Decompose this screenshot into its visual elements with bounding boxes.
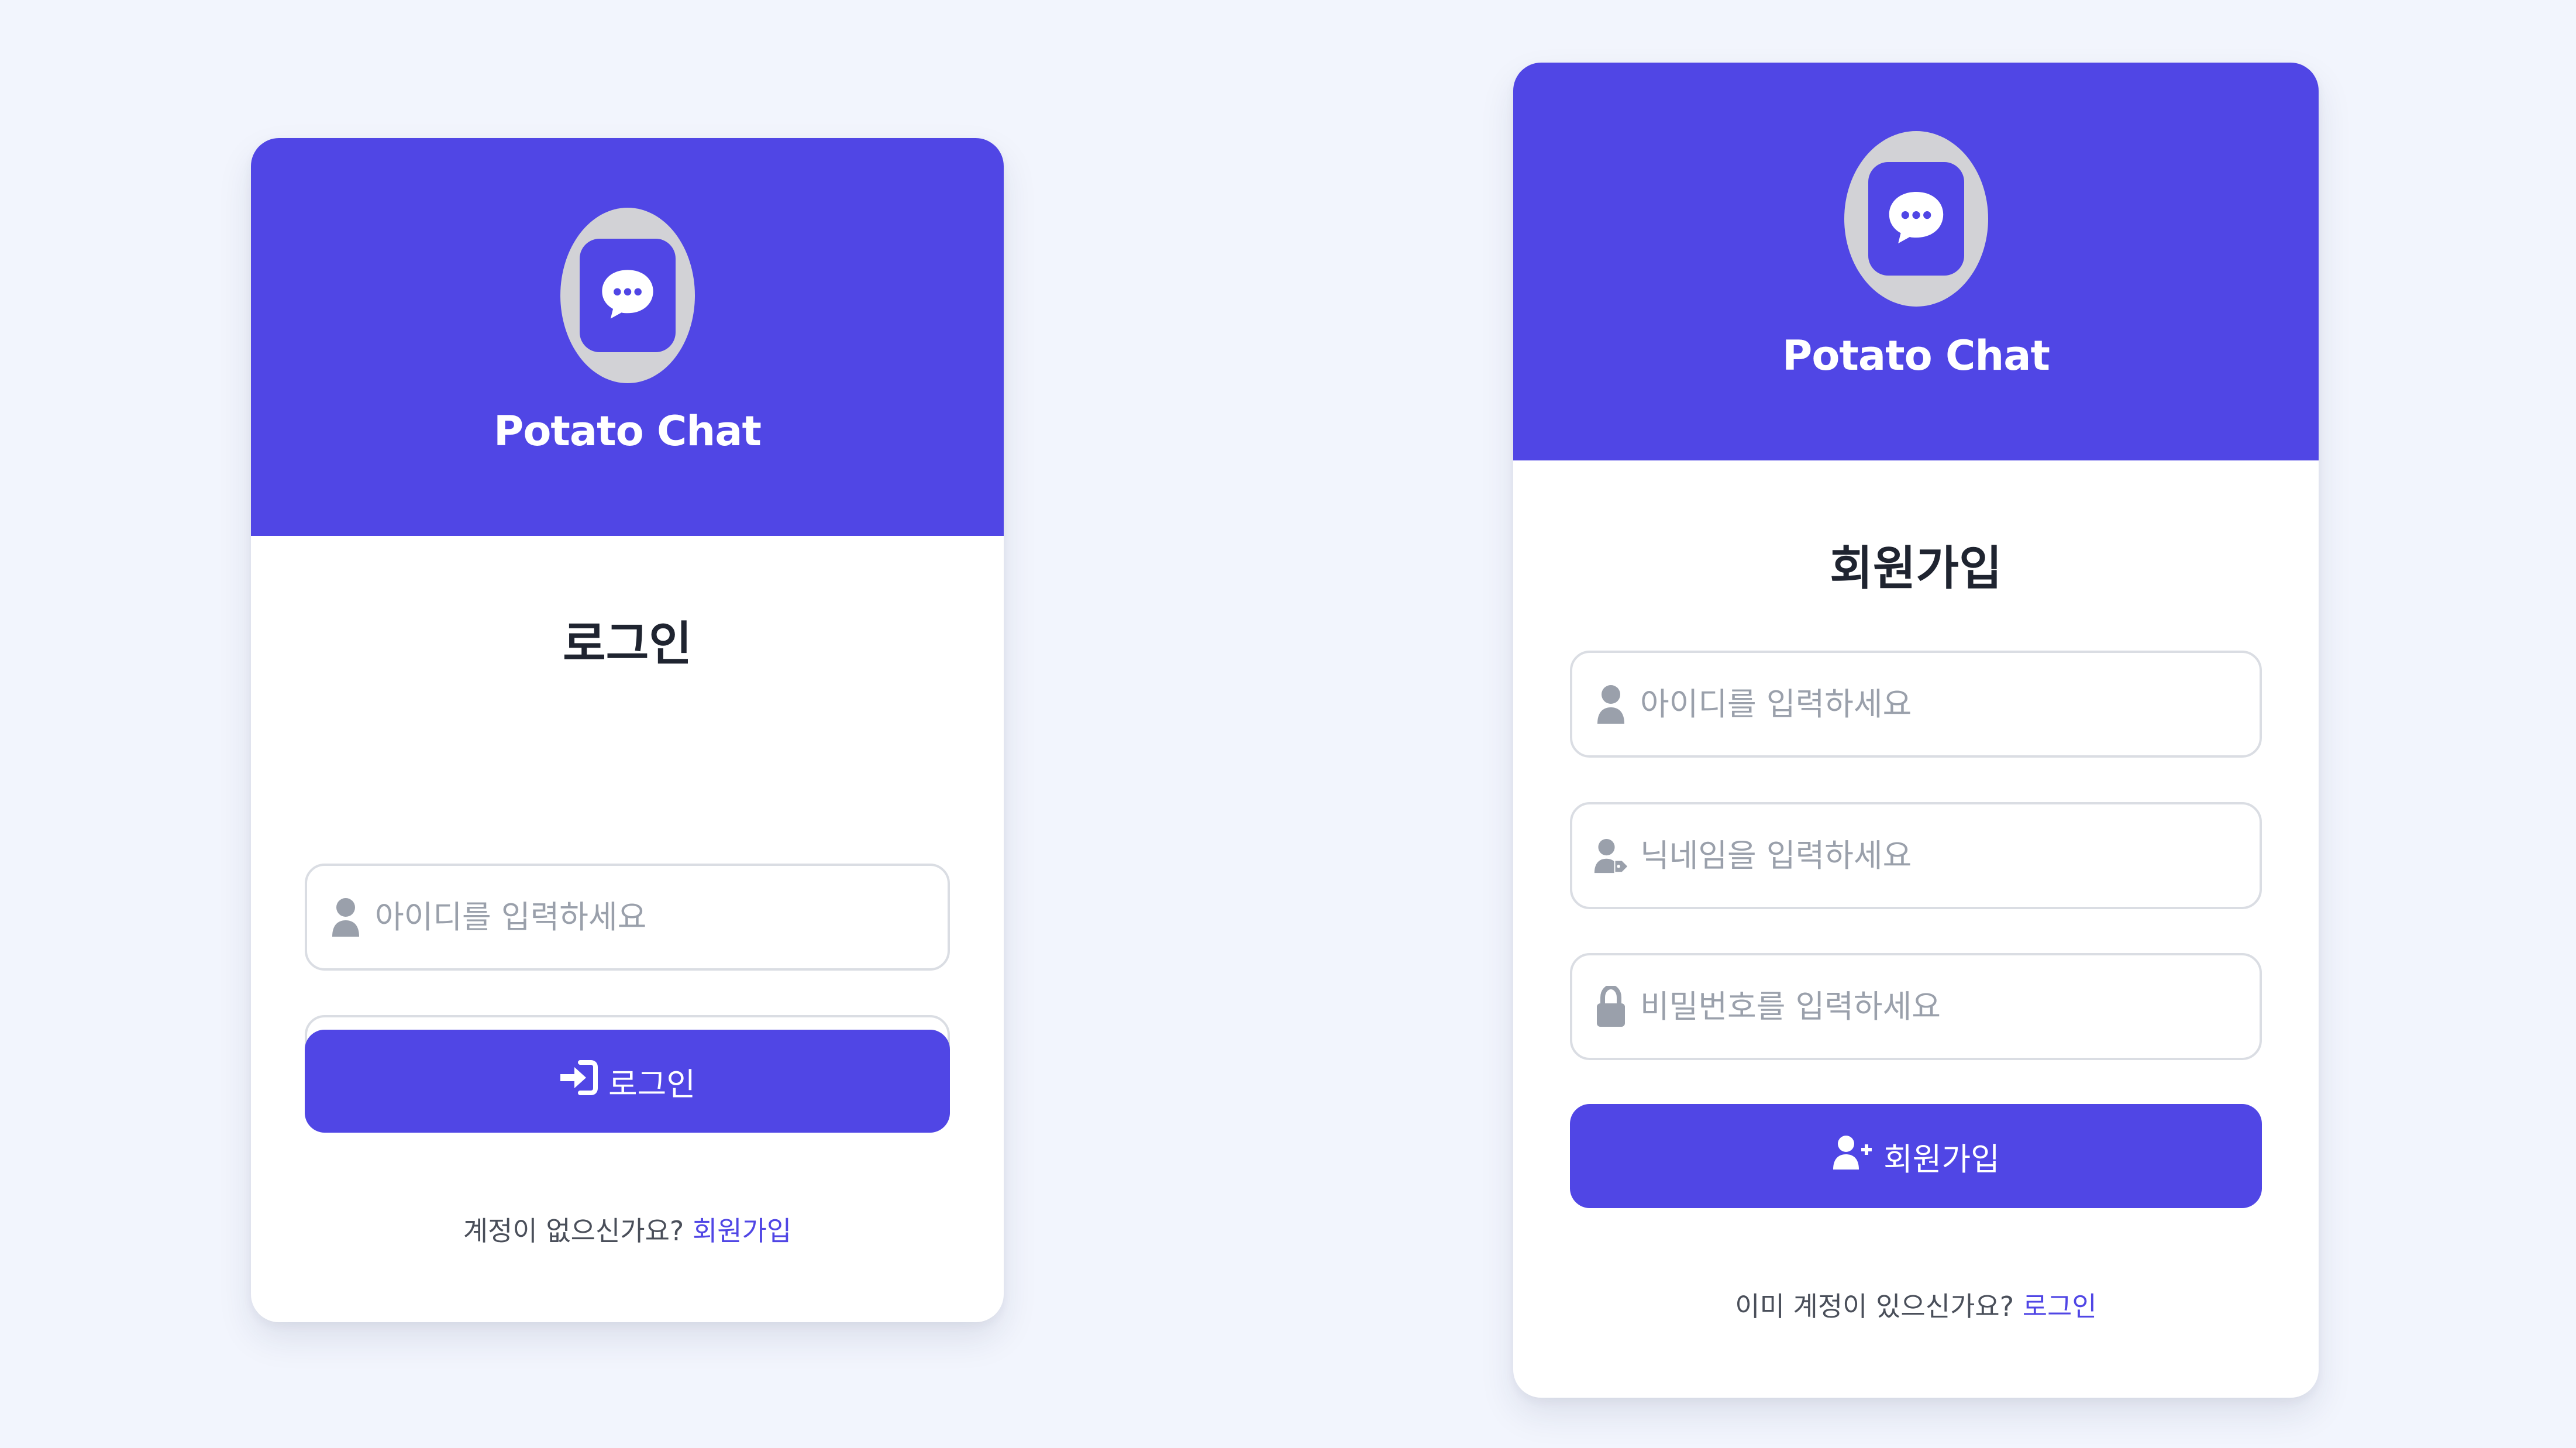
chat-bubble-icon <box>597 264 658 327</box>
username-field[interactable] <box>1570 651 2262 758</box>
brand-name: Potato Chat <box>494 407 762 455</box>
chat-bubble-icon <box>1884 185 1948 252</box>
username-input[interactable] <box>1640 653 2260 755</box>
login-prompt-text: 이미 계정이 있으신가요? <box>1735 1291 2014 1322</box>
username-input[interactable] <box>375 866 948 968</box>
nickname-input[interactable] <box>1640 804 2260 907</box>
app-logo <box>1844 131 1988 307</box>
user-plus-icon <box>1832 1134 1873 1178</box>
login-prompt: 이미 계정이 있으신가요? 로그인 <box>1513 1285 2319 1324</box>
signup-card: Potato Chat 회원가입 아이디를 입력하세요 닉네임을 입력하세요 회… <box>1513 63 2319 1398</box>
user-tag-icon <box>1593 837 1628 875</box>
login-button-label: 로그인 <box>608 1065 696 1103</box>
username-field[interactable] <box>305 864 950 971</box>
login-button[interactable]: 로그인 <box>305 1030 950 1133</box>
user-icon <box>1593 684 1628 725</box>
signup-button[interactable]: 회원가입 <box>1570 1104 2262 1208</box>
signup-prompt: 계정이 없으신가요? 회원가입 <box>251 1210 1004 1248</box>
login-link[interactable]: 로그인 <box>2023 1291 2097 1322</box>
password-input[interactable] <box>1640 955 2260 1058</box>
user-icon <box>328 897 363 938</box>
lock-icon <box>1593 985 1628 1028</box>
login-header: Potato Chat <box>251 138 1004 536</box>
signup-header: Potato Chat <box>1513 63 2319 460</box>
signup-prompt-text: 계정이 없으신가요? <box>463 1215 684 1247</box>
login-card: Potato Chat 로그인 로그인 계정이 없 <box>251 138 1004 1322</box>
brand-name: Potato Chat <box>1782 332 2050 380</box>
signup-button-label: 회원가입 <box>1883 1140 2000 1178</box>
sign-in-icon <box>559 1060 598 1103</box>
nickname-field[interactable] <box>1570 802 2262 909</box>
password-field[interactable] <box>1570 953 2262 1060</box>
signup-link[interactable]: 회원가입 <box>693 1215 791 1247</box>
page-title: 로그인 <box>563 617 692 671</box>
app-logo <box>560 208 695 383</box>
page-title: 회원가입 <box>1830 541 2002 596</box>
